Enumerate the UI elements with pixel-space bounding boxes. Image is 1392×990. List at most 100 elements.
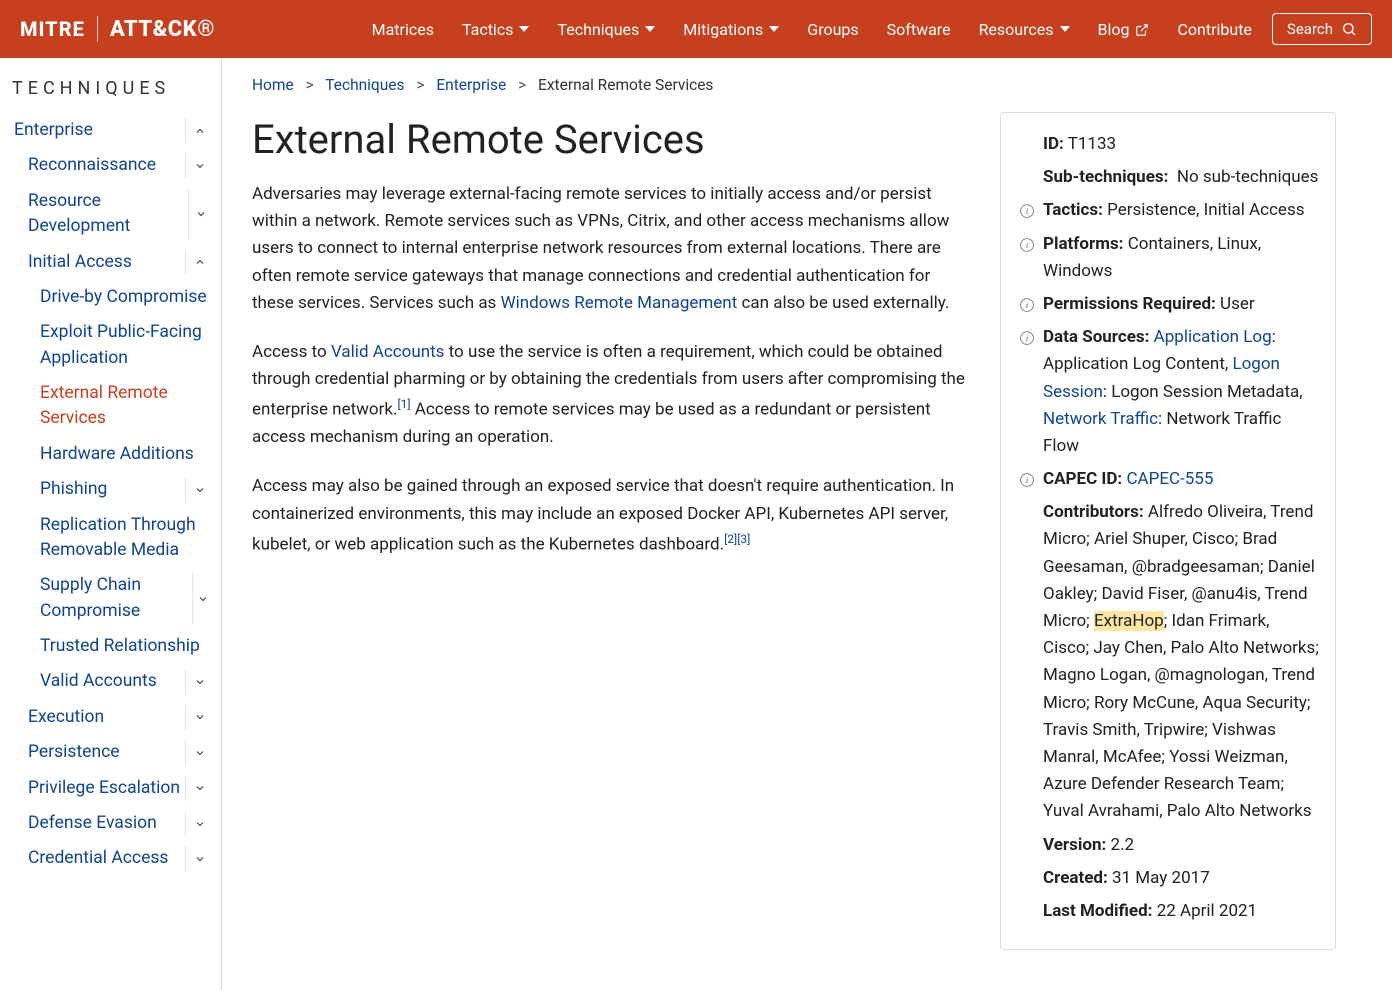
svg-text:i: i	[1026, 300, 1029, 310]
info-icon[interactable]: i	[1019, 201, 1035, 217]
sidebar-item-enterprise[interactable]: Enterprise	[0, 113, 221, 148]
sidebar-title: TECHNIQUES	[0, 78, 221, 113]
card-id-key: ID:	[1043, 134, 1064, 154]
card-id-val: T1133	[1068, 134, 1116, 154]
chevron-down-icon[interactable]	[185, 153, 213, 178]
card-permissions-key: Permissions Required:	[1043, 294, 1216, 314]
chevron-down-icon[interactable]	[185, 705, 213, 730]
nav-contribute[interactable]: Contribute	[1177, 20, 1251, 39]
caret-down-icon	[1060, 26, 1070, 32]
sidebar-item-reconnaissance[interactable]: Reconnaissance	[0, 148, 221, 183]
nav-blog[interactable]: Blog	[1098, 20, 1150, 39]
top-nav: MITRE ATT&CK® Matrices Tactics Technique…	[0, 0, 1392, 58]
brand[interactable]: MITRE ATT&CK®	[20, 16, 215, 42]
breadcrumb-enterprise[interactable]: Enterprise	[436, 76, 506, 94]
brand-mitre: MITRE	[20, 17, 85, 41]
sidebar-item-exploit-public-facing[interactable]: Exploit Public-Facing Application	[0, 315, 221, 376]
card-modified-val: 22 April 2021	[1157, 901, 1257, 921]
card-contrib-key: Contributors:	[1043, 502, 1144, 522]
svg-text:i: i	[1026, 333, 1029, 343]
brand-divider	[97, 16, 98, 42]
sidebar-item-trusted-relationship[interactable]: Trusted Relationship	[0, 629, 221, 664]
breadcrumb-current: External Remote Services	[538, 76, 713, 94]
citation-3[interactable]: [3]	[737, 532, 750, 546]
sidebar-item-valid-accounts[interactable]: Valid Accounts	[0, 664, 221, 699]
nav-software[interactable]: Software	[887, 20, 951, 39]
link-capec[interactable]: CAPEC-555	[1126, 469, 1213, 489]
search-label: Search	[1287, 20, 1333, 38]
sidebar-item-initial-access[interactable]: Initial Access	[0, 245, 221, 280]
card-sub-key: Sub-techniques:	[1043, 167, 1168, 187]
chevron-up-icon[interactable]	[185, 118, 213, 143]
paragraph-2: Access to Valid Accounts to use the serv…	[252, 339, 972, 451]
card-contrib-val: Alfredo Oliveira, Trend Micro; Ariel Shu…	[1043, 502, 1319, 821]
chevron-up-icon[interactable]	[185, 250, 213, 275]
nav-matrices[interactable]: Matrices	[372, 20, 434, 39]
breadcrumb: Home > Techniques > Enterprise > Externa…	[252, 76, 972, 94]
sidebar-item-replication-removable[interactable]: Replication Through Removable Media	[0, 508, 221, 569]
sidebar-item-phishing[interactable]: Phishing	[0, 472, 221, 507]
chevron-down-icon[interactable]	[188, 189, 213, 240]
nav-items: Matrices Tactics Techniques Mitigations …	[372, 20, 1252, 39]
nav-mitigations[interactable]: Mitigations	[683, 20, 779, 39]
breadcrumb-home[interactable]: Home	[252, 76, 294, 94]
card-permissions-val: User	[1220, 294, 1255, 314]
chevron-down-icon[interactable]	[185, 776, 213, 801]
card-modified-key: Last Modified:	[1043, 901, 1152, 921]
card-datasources-key: Data Sources:	[1043, 327, 1149, 347]
sidebar-item-persistence[interactable]: Persistence	[0, 735, 221, 770]
sidebar: TECHNIQUES Enterprise Reconnaissance Res…	[0, 58, 222, 990]
sidebar-item-privilege-escalation[interactable]: Privilege Escalation	[0, 771, 221, 806]
caret-down-icon	[645, 26, 655, 32]
citation-2[interactable]: [2]	[724, 532, 737, 546]
sidebar-item-supply-chain[interactable]: Supply Chain Compromise	[0, 568, 221, 629]
svg-text:i: i	[1026, 207, 1029, 217]
card-capec-key: CAPEC ID:	[1043, 469, 1122, 489]
external-link-icon	[1135, 22, 1149, 36]
paragraph-3: Access may also be gained through an exp…	[252, 473, 972, 558]
citation-1[interactable]: [1]	[397, 397, 410, 411]
nav-groups[interactable]: Groups	[807, 20, 858, 39]
link-application-log[interactable]: Application Log	[1154, 327, 1272, 347]
link-network-traffic[interactable]: Network Traffic	[1043, 409, 1158, 429]
info-icon[interactable]: i	[1019, 328, 1035, 344]
chevron-down-icon[interactable]	[185, 477, 213, 502]
info-card: ID: T1133 Sub-techniques: No sub-techniq…	[1000, 112, 1336, 950]
card-tactics-val: Persistence, Initial Access	[1107, 200, 1304, 220]
nav-tactics[interactable]: Tactics	[462, 20, 530, 39]
breadcrumb-techniques[interactable]: Techniques	[325, 76, 404, 94]
link-windows-remote-management[interactable]: Windows Remote Management	[501, 293, 738, 313]
sidebar-item-credential-access[interactable]: Credential Access	[0, 841, 221, 876]
sidebar-item-resource-development[interactable]: Resource Development	[0, 184, 221, 245]
search-button[interactable]: Search	[1272, 13, 1372, 45]
info-icon[interactable]: i	[1019, 470, 1035, 486]
sidebar-item-hardware-additions[interactable]: Hardware Additions	[0, 437, 221, 472]
paragraph-1: Adversaries may leverage external-facing…	[252, 181, 972, 317]
chevron-down-icon[interactable]	[192, 573, 213, 624]
card-platforms-key: Platforms:	[1043, 234, 1123, 254]
svg-text:i: i	[1026, 240, 1029, 250]
svg-text:i: i	[1026, 475, 1029, 485]
nav-resources[interactable]: Resources	[979, 20, 1070, 39]
highlight-extrahop: ExtraHop	[1094, 611, 1164, 631]
caret-down-icon	[769, 26, 779, 32]
info-icon[interactable]: i	[1019, 295, 1035, 311]
caret-down-icon	[519, 26, 529, 32]
chevron-down-icon[interactable]	[185, 846, 213, 871]
page-title: External Remote Services	[252, 116, 972, 163]
card-tactics-key: Tactics:	[1043, 200, 1103, 220]
chevron-down-icon[interactable]	[185, 669, 213, 694]
info-icon[interactable]: i	[1019, 235, 1035, 251]
card-created-val: 31 May 2017	[1112, 868, 1210, 888]
chevron-down-icon[interactable]	[185, 811, 213, 836]
card-version-key: Version:	[1043, 835, 1106, 855]
sidebar-item-execution[interactable]: Execution	[0, 700, 221, 735]
sidebar-item-defense-evasion[interactable]: Defense Evasion	[0, 806, 221, 841]
chevron-down-icon[interactable]	[185, 740, 213, 765]
sidebar-item-external-remote-services[interactable]: External Remote Services	[0, 376, 221, 437]
card-sub-val: No sub-techniques	[1177, 167, 1319, 187]
brand-attck: ATT&CK®	[110, 17, 215, 42]
nav-techniques[interactable]: Techniques	[557, 20, 655, 39]
link-valid-accounts[interactable]: Valid Accounts	[331, 342, 444, 362]
sidebar-item-driveby[interactable]: Drive-by Compromise	[0, 280, 221, 315]
